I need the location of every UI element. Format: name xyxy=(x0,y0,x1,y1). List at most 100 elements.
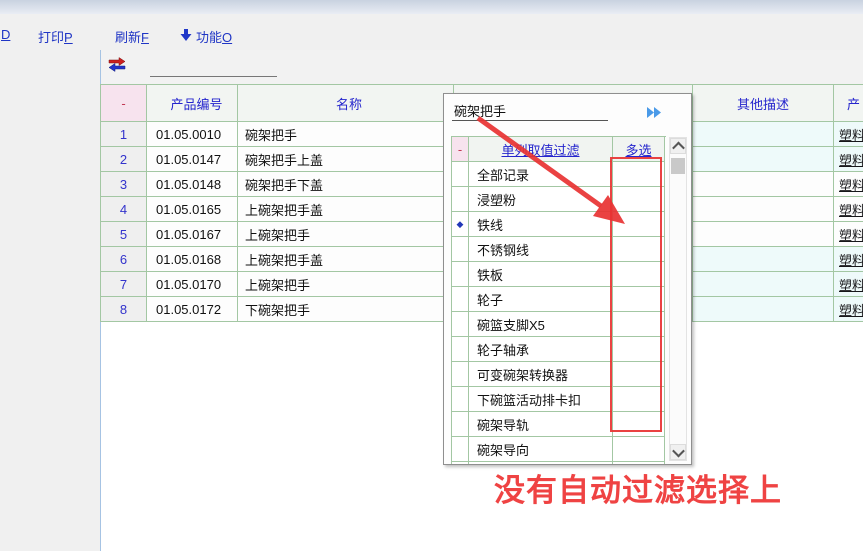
category-link[interactable]: 塑料件 xyxy=(839,175,863,194)
product-name-cell[interactable]: 碗架把手下盖 xyxy=(238,172,454,197)
row-number[interactable]: 4 xyxy=(101,197,147,222)
other-desc-cell[interactable] xyxy=(693,222,834,247)
category-cell[interactable]: 塑料件 xyxy=(834,222,863,247)
category-cell[interactable]: 塑料件 xyxy=(834,197,863,222)
category-cell[interactable]: 塑料件 xyxy=(834,272,863,297)
other-desc-cell[interactable] xyxy=(693,172,834,197)
other-desc-cell[interactable] xyxy=(693,272,834,297)
filter-item-label[interactable]: 铁板 xyxy=(469,262,613,287)
product-name-cell[interactable]: 下碗架把手 xyxy=(238,297,454,322)
scrollbar-thumb[interactable] xyxy=(671,158,685,174)
category-link[interactable]: 塑料件 xyxy=(839,150,863,169)
filter-item-row[interactable]: 全部记录 xyxy=(452,162,666,187)
multi-select-cell[interactable] xyxy=(613,437,665,462)
filter-item-label[interactable]: 碗篮支脚X5 xyxy=(469,312,613,337)
category-link[interactable]: 塑料件 xyxy=(839,300,863,319)
multi-select-cell[interactable] xyxy=(613,387,665,412)
filter-item-label[interactable]: 轮子 xyxy=(469,287,613,312)
category-cell[interactable]: 塑料件 xyxy=(834,247,863,272)
category-link[interactable]: 塑料件 xyxy=(839,225,863,244)
toolbar-item-refresh[interactable]: 刷新F xyxy=(115,27,149,46)
filter-item-label[interactable]: 可变碗架转换器 xyxy=(469,362,613,387)
product-name-cell[interactable]: 碗架把手 xyxy=(238,122,454,147)
multi-select-cell[interactable] xyxy=(613,237,665,262)
product-code-cell[interactable]: 01.05.0172 xyxy=(147,297,238,322)
filter-item-label[interactable]: 碗架导轨 xyxy=(469,412,613,437)
product-code-cell[interactable]: 01.05.0170 xyxy=(147,272,238,297)
toolbar-item-functions[interactable]: 功能O xyxy=(196,27,232,46)
filter-item-label[interactable]: 铁线 xyxy=(469,212,613,237)
filter-item-row-current[interactable]: ◆ 铁线 xyxy=(452,212,666,237)
row-number[interactable]: 7 xyxy=(101,272,147,297)
other-desc-cell[interactable] xyxy=(693,147,834,172)
multi-select-cell[interactable] xyxy=(613,162,665,187)
row-number[interactable]: 3 xyxy=(101,172,147,197)
filter-item-row[interactable]: 不锈钢线 xyxy=(452,237,666,262)
category-cell[interactable]: 塑料件 xyxy=(834,122,863,147)
header-other-desc[interactable]: 其他描述 xyxy=(693,85,834,122)
multi-select-header[interactable]: 多选 xyxy=(613,137,665,162)
filter-item-label[interactable]: 浸塑粉 xyxy=(469,187,613,212)
filter-item-label[interactable]: 全部记录 xyxy=(469,162,613,187)
multi-select-cell[interactable] xyxy=(613,187,665,212)
other-desc-cell[interactable] xyxy=(693,122,834,147)
product-name-cell[interactable]: 上碗架把手 xyxy=(238,222,454,247)
category-cell[interactable]: 塑料件 xyxy=(834,172,863,197)
category-link[interactable]: 塑料件 xyxy=(839,250,863,269)
filter-item-label[interactable]: 下碗篮活动排卡扣 xyxy=(469,387,613,412)
multi-select-cell[interactable] xyxy=(613,287,665,312)
filter-search-input[interactable] xyxy=(452,100,608,121)
header-category[interactable]: 产 xyxy=(834,85,863,122)
multi-select-cell[interactable] xyxy=(613,312,665,337)
multi-select-cell[interactable] xyxy=(613,262,665,287)
filter-item-row[interactable]: 碗架导轨 xyxy=(452,412,666,437)
filter-item-row[interactable]: 碗架导向 xyxy=(452,437,666,462)
header-marker[interactable]: - xyxy=(101,85,147,122)
scroll-up-button[interactable] xyxy=(670,138,686,154)
row-number[interactable]: 8 xyxy=(101,297,147,322)
row-number[interactable]: 1 xyxy=(101,122,147,147)
double-chevron-right-icon[interactable] xyxy=(646,106,663,122)
toolbar-item-d[interactable]: D xyxy=(1,27,10,42)
product-code-cell[interactable]: 01.05.0148 xyxy=(147,172,238,197)
filter-header-link[interactable]: 单列取值过滤 xyxy=(469,137,613,162)
product-name-cell[interactable]: 上碗架把手 xyxy=(238,272,454,297)
product-name-cell[interactable]: 碗架把手上盖 xyxy=(238,147,454,172)
popup-scrollbar[interactable] xyxy=(669,137,687,461)
product-code-cell[interactable]: 01.05.0167 xyxy=(147,222,238,247)
header-name[interactable]: 名称 xyxy=(238,85,454,122)
category-link[interactable]: 塑料件 xyxy=(839,275,863,294)
category-cell[interactable]: 塑料件 xyxy=(834,147,863,172)
product-code-cell[interactable]: 01.05.0168 xyxy=(147,247,238,272)
product-name-cell[interactable]: 上碗架把手盖 xyxy=(238,247,454,272)
swap-icon[interactable] xyxy=(108,57,126,75)
product-code-cell[interactable]: 01.05.0010 xyxy=(147,122,238,147)
header-product-code[interactable]: 产品编号 xyxy=(147,85,238,122)
multi-select-cell[interactable] xyxy=(613,212,665,237)
quick-filter-input[interactable] xyxy=(150,58,277,77)
multi-select-cell[interactable] xyxy=(613,412,665,437)
filter-item-row[interactable]: 轮子 xyxy=(452,287,666,312)
other-desc-cell[interactable] xyxy=(693,197,834,222)
product-code-cell[interactable]: 01.05.0147 xyxy=(147,147,238,172)
row-number[interactable]: 5 xyxy=(101,222,147,247)
category-link[interactable]: 塑料件 xyxy=(839,125,863,144)
toolbar-item-print[interactable]: 打印P xyxy=(38,27,73,46)
row-number[interactable]: 6 xyxy=(101,247,147,272)
filter-item-label[interactable]: 轮子轴承 xyxy=(469,337,613,362)
scroll-down-button[interactable] xyxy=(670,444,686,460)
filter-item-row[interactable]: 碗篮支脚X5 xyxy=(452,312,666,337)
filter-item-label[interactable]: 碗架导向 xyxy=(469,437,613,462)
filter-item-row[interactable]: 可变碗架转换器 xyxy=(452,362,666,387)
category-cell[interactable]: 塑料件 xyxy=(834,297,863,322)
other-desc-cell[interactable] xyxy=(693,297,834,322)
filter-item-label[interactable]: 不锈钢线 xyxy=(469,237,613,262)
filter-item-row[interactable]: 浸塑粉 xyxy=(452,187,666,212)
filter-item-row[interactable]: 轮子轴承 xyxy=(452,337,666,362)
product-name-cell[interactable]: 上碗架把手盖 xyxy=(238,197,454,222)
category-link[interactable]: 塑料件 xyxy=(839,200,863,219)
product-code-cell[interactable]: 01.05.0165 xyxy=(147,197,238,222)
multi-select-cell[interactable] xyxy=(613,362,665,387)
filter-item-row[interactable]: 下碗篮活动排卡扣 xyxy=(452,387,666,412)
row-number[interactable]: 2 xyxy=(101,147,147,172)
